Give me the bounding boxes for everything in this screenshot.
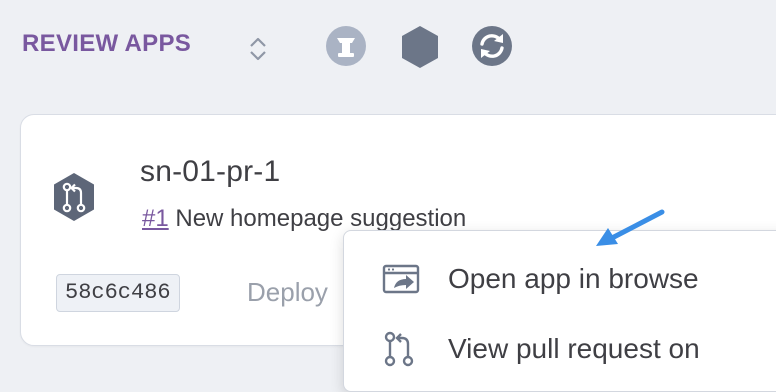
sync-icon[interactable] xyxy=(470,24,514,68)
review-apps-header: REVIEW APPS xyxy=(0,0,776,96)
commit-sha-badge[interactable]: 58c6c486 xyxy=(56,274,180,312)
pr-title: New homepage suggestion xyxy=(175,205,467,232)
pull-request-icon xyxy=(384,331,414,367)
hexagon-icon[interactable] xyxy=(398,24,442,70)
review-badge-icon[interactable] xyxy=(324,24,368,68)
app-actions-menu: Open app in browse View pull request on xyxy=(343,230,776,392)
deploy-status-text: Deploy xyxy=(247,277,328,307)
menu-item-label: Open app in browse xyxy=(448,263,699,294)
pull-request-line: #1 New homepage suggestion xyxy=(142,205,466,233)
pointer-arrow-icon xyxy=(596,209,665,246)
pr-number-link[interactable]: #1 xyxy=(142,205,169,232)
menu-item-label: View pull request on xyxy=(448,333,700,364)
open-in-browser-icon xyxy=(382,264,420,294)
section-title: REVIEW APPS xyxy=(22,30,192,57)
menu-item-view-pull-request[interactable]: View pull request on xyxy=(344,321,776,377)
app-name[interactable]: sn-01-pr-1 xyxy=(140,155,280,189)
sort-icon[interactable] xyxy=(247,34,269,64)
pull-request-app-icon xyxy=(54,173,94,221)
menu-item-open-app[interactable]: Open app in browse xyxy=(344,251,776,307)
